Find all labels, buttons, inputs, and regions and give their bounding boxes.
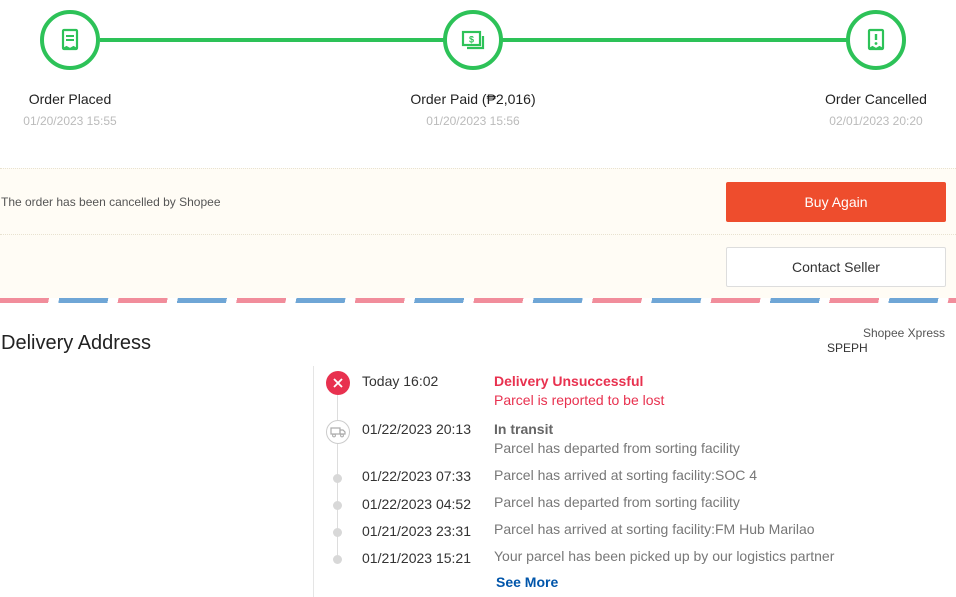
event-time: 01/21/2023 23:31 <box>362 523 471 539</box>
truck-icon <box>326 420 350 444</box>
order-progress-stepper: $ Order Placed 01/20/2023 15:55 Order Pa… <box>0 0 956 168</box>
notice-row: The order has been cancelled by Shopee B… <box>0 169 956 235</box>
progress-line <box>100 38 446 42</box>
close-icon <box>326 371 350 395</box>
timeline-connector <box>337 395 338 420</box>
delivery-address-title: Delivery Address <box>1 332 152 354</box>
cancel-receipt-icon <box>846 10 906 70</box>
section-divider <box>313 366 314 597</box>
step-time-paid: 01/20/2023 15:56 <box>426 114 520 128</box>
event-time: 01/22/2023 07:33 <box>362 468 471 484</box>
buy-again-button[interactable]: Buy Again <box>726 182 946 222</box>
timeline-dot <box>333 501 342 510</box>
order-status-panel: The order has been cancelled by Shopee B… <box>0 168 956 298</box>
timeline-dot <box>333 528 342 537</box>
step-time-placed: 01/20/2023 15:55 <box>23 114 117 128</box>
progress-line <box>502 38 848 42</box>
step-time-cancelled: 02/01/2023 20:20 <box>829 114 923 128</box>
step-label-placed: Order Placed <box>28 91 112 107</box>
see-more-link[interactable]: See More <box>496 574 558 590</box>
event-time: 01/22/2023 20:13 <box>362 421 471 437</box>
receipt-icon <box>40 10 100 70</box>
airmail-divider <box>0 298 956 303</box>
event-description: Parcel has arrived at sorting facility:S… <box>494 467 757 483</box>
event-description: Parcel has departed from sorting facilit… <box>494 440 740 456</box>
cancellation-message: The order has been cancelled by Shopee <box>1 195 221 209</box>
event-description: Your parcel has been picked up by our lo… <box>494 548 835 564</box>
svg-text:$: $ <box>469 35 474 45</box>
event-description: Parcel has departed from sorting facilit… <box>494 494 740 510</box>
carrier-name: Shopee Xpress <box>862 326 945 340</box>
step-label-paid: Order Paid (₱2,016) <box>410 91 536 107</box>
event-description: Parcel has arrived at sorting facility:F… <box>494 521 815 537</box>
event-time: 01/21/2023 15:21 <box>362 550 471 566</box>
event-status: In transit <box>494 421 554 437</box>
step-label-cancelled: Order Cancelled <box>825 91 927 107</box>
money-icon: $ <box>443 10 503 70</box>
timeline-dot <box>333 474 342 483</box>
event-time: 01/22/2023 04:52 <box>362 496 471 512</box>
timeline-dot <box>333 555 342 564</box>
event-time: Today 16:02 <box>362 373 439 389</box>
event-status: Delivery Unsuccessful <box>494 373 644 389</box>
event-description: Parcel is reported to be lost <box>494 392 665 408</box>
carrier-code: SPEPH <box>827 341 868 355</box>
contact-seller-button[interactable]: Contact Seller <box>726 247 946 287</box>
